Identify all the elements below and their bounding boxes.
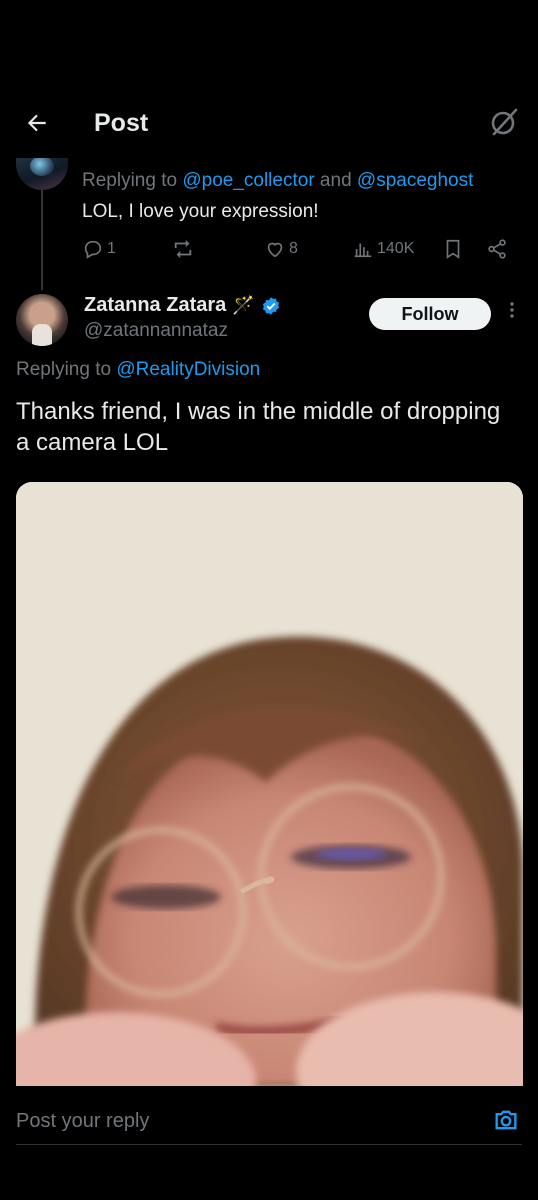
- magic-wand-emoji: 🪄: [232, 295, 255, 315]
- previous-reply-actions: 1 8 140K: [82, 238, 512, 264]
- previous-replying-to: Replying to @poe_collector and @spacegho…: [82, 170, 473, 192]
- author-display-name: Zatanna Zatara: [84, 294, 227, 316]
- more-vertical-icon: [510, 302, 514, 318]
- follow-button[interactable]: Follow: [369, 298, 491, 330]
- comment-icon: [84, 240, 102, 259]
- post-text: Thanks friend, I was in the middle of dr…: [16, 398, 501, 456]
- selfie-photo: [16, 482, 523, 1086]
- main-replying-to: Replying to @RealityDivision: [16, 359, 260, 381]
- author-name[interactable]: Zatanna Zatara 🪄: [84, 294, 281, 317]
- replying-conjunction: and: [314, 170, 357, 191]
- reply-composer: Post your reply: [0, 1086, 538, 1200]
- top-bar: Post: [0, 0, 538, 158]
- replying-prefix: Replying to: [16, 359, 117, 380]
- more-options-button[interactable]: [502, 300, 522, 328]
- replying-prefix: Replying to: [82, 170, 183, 191]
- add-photo-button[interactable]: [492, 1106, 520, 1134]
- verified-badge-icon: [262, 296, 279, 315]
- post-photo[interactable]: [16, 482, 523, 1086]
- share-button[interactable]: [486, 238, 508, 260]
- mention-link[interactable]: @spaceghost: [357, 170, 473, 191]
- heart-icon: [267, 242, 283, 258]
- like-button[interactable]: 8: [264, 238, 298, 260]
- share-icon: [488, 239, 506, 259]
- author-avatar[interactable]: [16, 294, 68, 346]
- analytics-icon: [354, 243, 372, 258]
- mention-link[interactable]: @poe_collector: [182, 170, 314, 191]
- camera-icon: [495, 1110, 517, 1130]
- author-handle[interactable]: @zatannannataz: [84, 320, 228, 342]
- like-count: 8: [289, 240, 298, 257]
- reply-input[interactable]: Post your reply: [16, 1110, 149, 1133]
- arrow-left-icon: [27, 114, 46, 132]
- view-count: 140K: [377, 240, 415, 257]
- divider: [16, 1144, 522, 1145]
- thread-connector-line: [41, 190, 43, 290]
- page-title: Post: [94, 109, 149, 137]
- repost-button[interactable]: [172, 238, 197, 260]
- views-button[interactable]: 140K: [352, 238, 414, 260]
- grok-button[interactable]: [488, 106, 520, 138]
- reply-button[interactable]: 1: [82, 238, 116, 260]
- back-button[interactable]: [22, 108, 52, 138]
- bookmark-button[interactable]: [442, 238, 464, 260]
- repost-icon: [174, 239, 192, 259]
- grok-icon: [491, 108, 518, 136]
- bookmark-icon: [446, 239, 460, 259]
- reply-count: 1: [107, 240, 116, 257]
- mention-link[interactable]: @RealityDivision: [116, 359, 260, 380]
- previous-reply-text: LOL, I love your expression!: [82, 201, 319, 222]
